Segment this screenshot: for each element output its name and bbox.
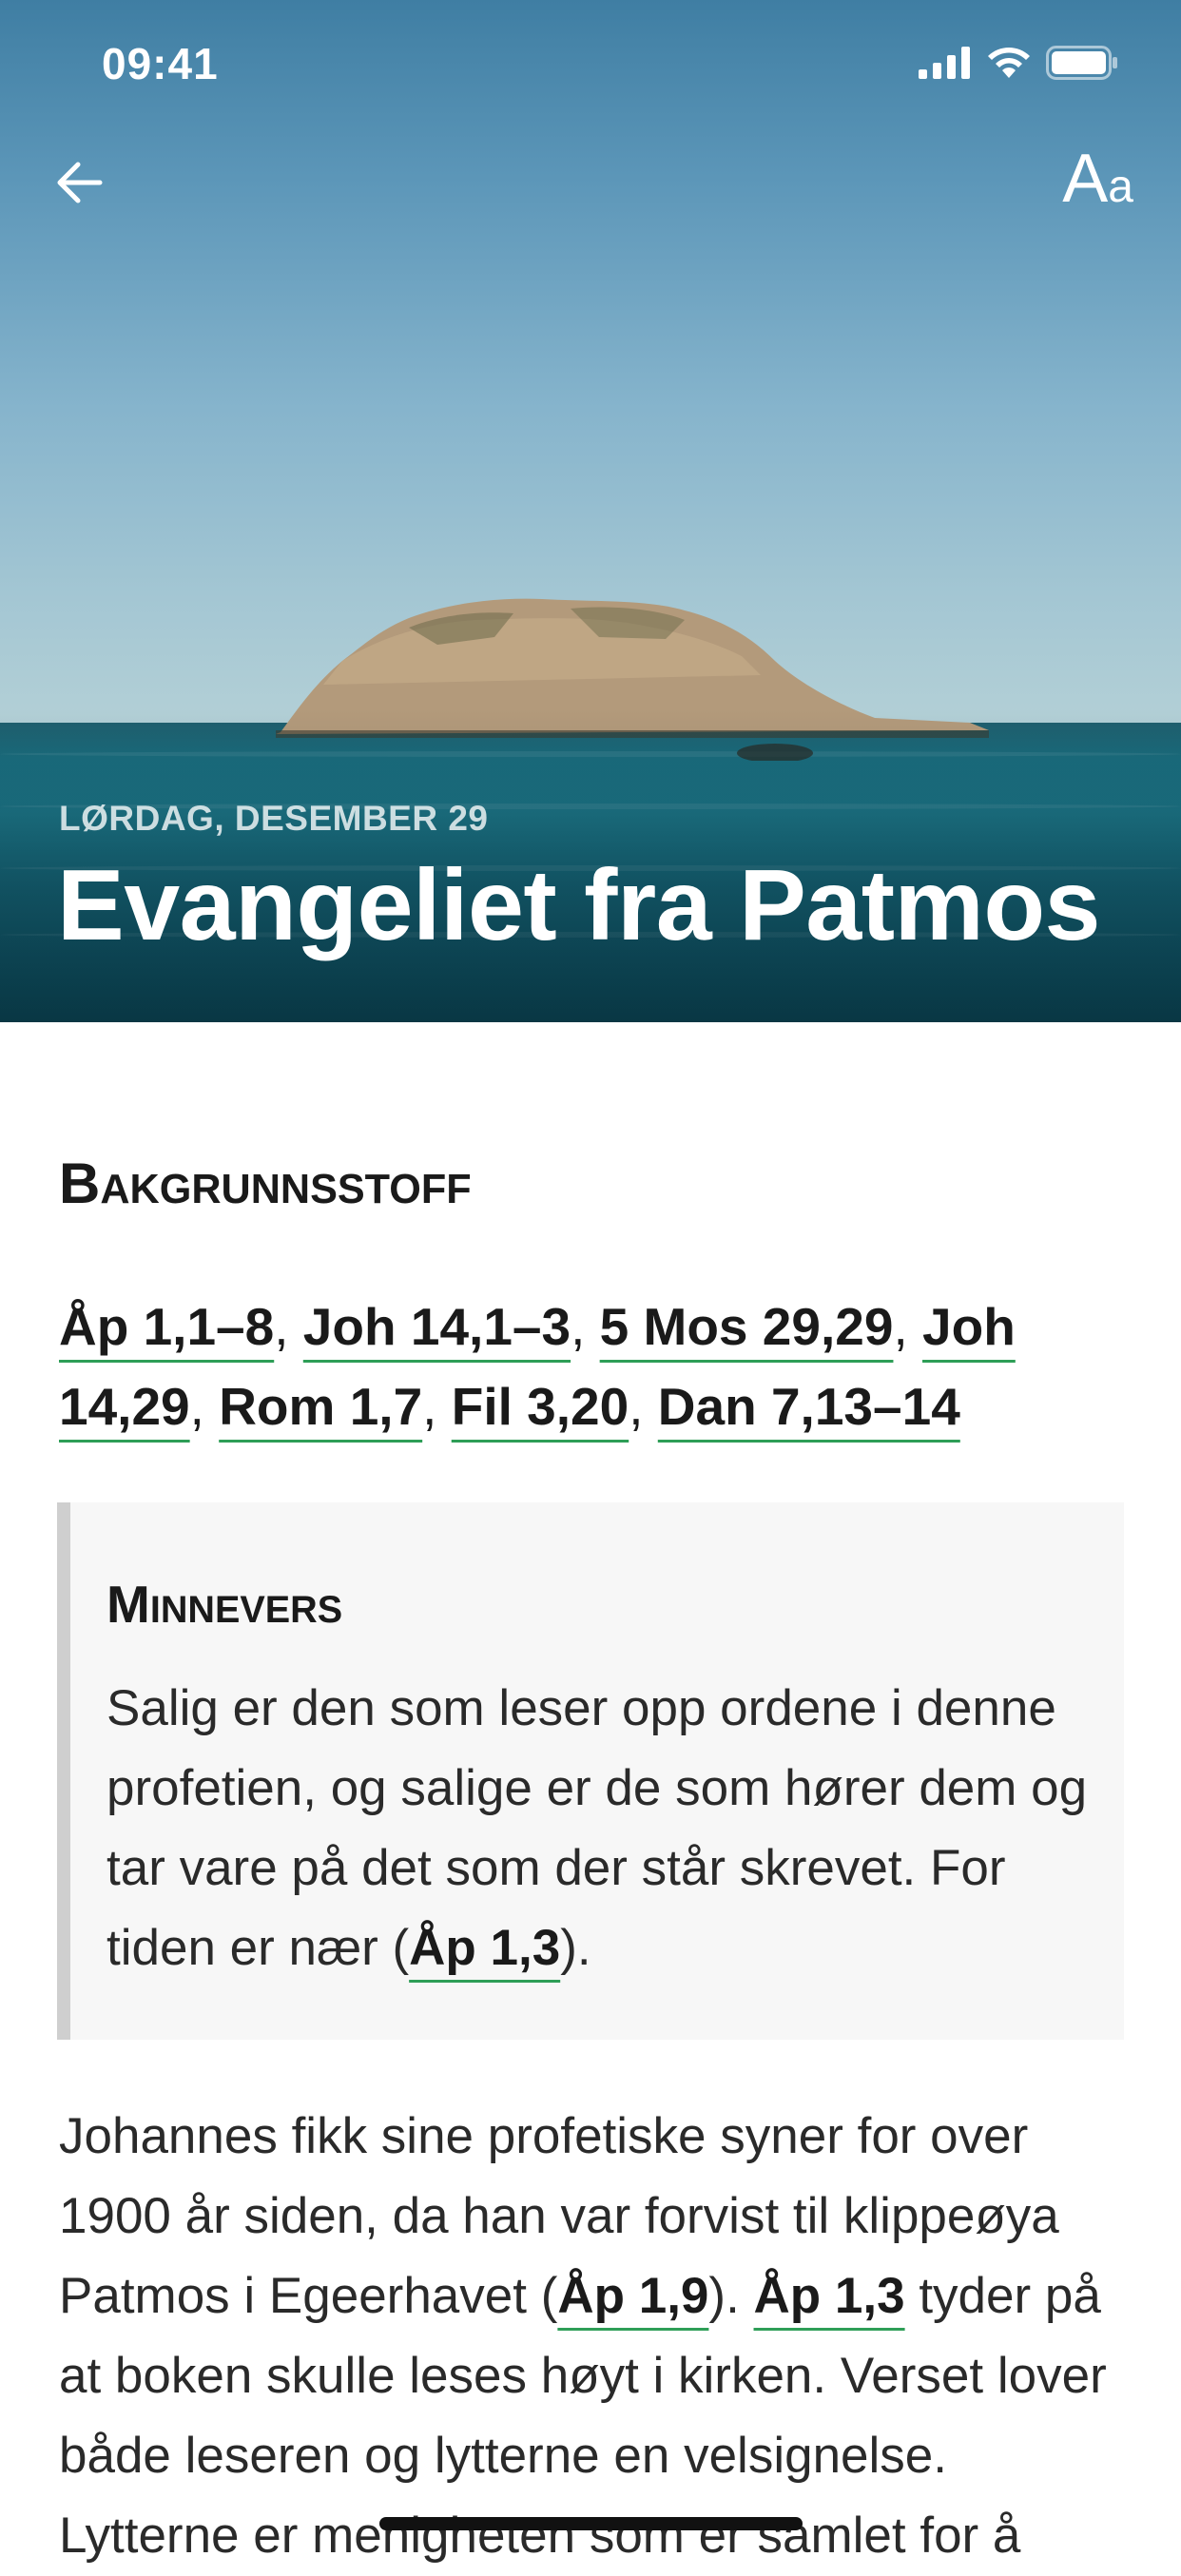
status-indicators [919,46,1118,80]
back-button[interactable] [49,152,110,213]
arrow-left-icon [57,162,103,203]
memory-verse-text: Salig er den som leser opp ordene i denn… [106,1680,1088,1976]
reference-link[interactable]: Dan 7,13–14 [658,1377,960,1436]
home-indicator[interactable] [379,2517,803,2530]
font-size-button[interactable]: Aa [1062,145,1133,213]
status-bar: 09:41 [0,0,1181,126]
reference-link[interactable]: Fil 3,20 [452,1377,629,1436]
signal-icon [919,47,970,79]
reference-link[interactable]: Åp 1,9 [557,2268,708,2324]
reference-link[interactable]: Joh 14,1–3 [303,1297,571,1356]
reference-link[interactable]: Rom 1,7 [219,1377,422,1436]
body-paragraph: Johannes fikk sine profetiske syner for … [59,2108,1107,2564]
battery-icon [1046,46,1117,80]
section-heading: BAKGRUNNSSTOFF [59,1152,472,1215]
status-time: 09:41 [102,39,219,88]
reference-link[interactable]: 5 Mos 29,29 [600,1297,894,1356]
wifi-icon [988,48,1030,78]
page-title: Evangeliet fra Patmos [57,849,1101,961]
reference-link[interactable]: Åp 1,3 [409,1920,560,1976]
reference-list: Åp 1,1–8, Joh 14,1–3, 5 Mos 29,29, Joh 1… [59,1297,1016,1436]
reference-link[interactable]: Åp 1,1–8 [59,1297,274,1356]
memory-verse-title: MINNEVERS [106,1575,343,1634]
font-size-icon: A [1062,141,1109,217]
memory-verse-box: MINNEVERS Salig er den som leser opp ord… [57,1502,1124,2040]
reference-link[interactable]: Åp 1,3 [754,2268,905,2324]
lesson-date: LØRDAG, DESEMBER 29 [59,799,489,838]
